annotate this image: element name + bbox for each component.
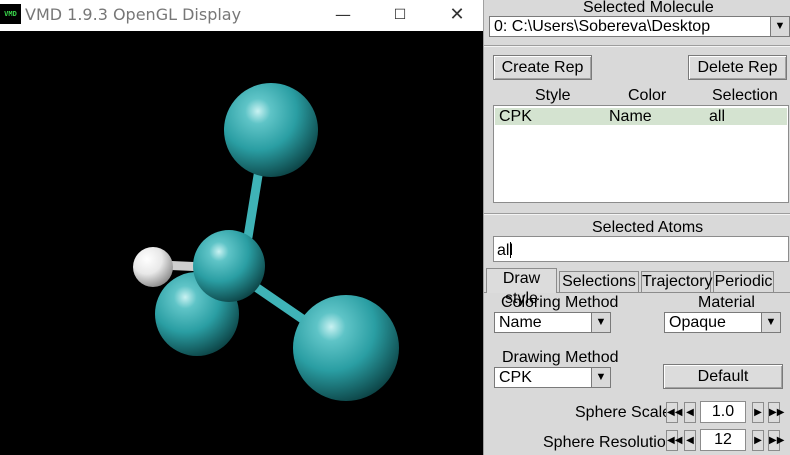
atom-hydrogen [133, 247, 173, 287]
chevron-down-icon[interactable]: ▼ [761, 313, 780, 332]
vmd-app-icon: VMD [0, 4, 21, 24]
rep-selection: all [709, 108, 726, 125]
sphere-scale-label: Sphere Scale [575, 404, 672, 421]
column-header-selection: Selection [712, 87, 778, 104]
fast-increase-icon[interactable]: ▶▶ [768, 430, 784, 451]
close-button[interactable]: ✕ [437, 0, 477, 30]
window-titlebar[interactable]: VMD VMD 1.9.3 OpenGL Display — ☐ ✕ [0, 0, 483, 31]
drawing-method-value: CPK [499, 369, 532, 386]
sphere-scale-input[interactable]: 1.0 [700, 401, 746, 423]
minimize-button[interactable]: — [323, 0, 363, 30]
fast-decrease-icon[interactable]: ◀◀ [666, 430, 682, 451]
selected-atoms-input[interactable]: all [493, 236, 789, 262]
drawing-method-dropdown[interactable]: CPK ▼ [494, 367, 611, 388]
molecule-viewport[interactable] [0, 31, 483, 455]
sphere-resolution-input[interactable]: 12 [700, 429, 746, 451]
opengl-display-window: VMD VMD 1.9.3 OpenGL Display — ☐ ✕ [0, 0, 483, 455]
sphere-resolution-label: Sphere Resolution [543, 434, 675, 451]
divider [484, 45, 790, 47]
default-button[interactable]: Default [663, 364, 783, 389]
tab-trajectory[interactable]: Trajectory [641, 271, 713, 293]
fast-increase-icon[interactable]: ▶▶ [768, 402, 784, 423]
drawing-method-label: Drawing Method [502, 349, 619, 366]
create-rep-button[interactable]: Create Rep [493, 55, 592, 80]
atom-carbon-center [193, 230, 265, 302]
increase-icon[interactable]: ▶ [752, 430, 764, 451]
rep-color: Name [609, 108, 652, 125]
table-row[interactable]: CPK Name all [495, 108, 787, 125]
delete-rep-button[interactable]: Delete Rep [688, 55, 787, 80]
window-title: VMD 1.9.3 OpenGL Display [25, 5, 242, 24]
atom-carbon-right [293, 295, 399, 401]
material-label: Material [698, 294, 755, 311]
tab-selections[interactable]: Selections [559, 271, 639, 293]
material-dropdown[interactable]: Opaque ▼ [664, 312, 781, 333]
rep-style: CPK [499, 108, 532, 125]
tab-periodic[interactable]: Periodic [713, 271, 774, 293]
increase-icon[interactable]: ▶ [752, 402, 764, 423]
chevron-down-icon[interactable]: ▼ [591, 368, 610, 387]
decrease-icon[interactable]: ◀ [684, 430, 696, 451]
column-header-color: Color [628, 87, 667, 104]
fast-decrease-icon[interactable]: ◀◀ [666, 402, 682, 423]
chevron-down-icon[interactable]: ▼ [770, 17, 789, 36]
selected-atoms-label: Selected Atoms [592, 219, 704, 236]
representation-list[interactable]: CPK Name all [493, 105, 789, 203]
text-caret [510, 242, 511, 258]
divider [484, 213, 790, 215]
decrease-icon[interactable]: ◀ [684, 402, 696, 423]
selected-molecule-label: Selected Molecule [583, 0, 714, 16]
material-value: Opaque [669, 314, 726, 331]
column-header-style: Style [535, 87, 571, 104]
coloring-method-value: Name [499, 314, 542, 331]
atom-carbon-top [224, 83, 318, 177]
selected-molecule-dropdown[interactable]: 0: C:\Users\Sobereva\Desktop ▼ [489, 16, 790, 37]
maximize-button[interactable]: ☐ [380, 0, 420, 30]
chevron-down-icon[interactable]: ▼ [591, 313, 610, 332]
coloring-method-dropdown[interactable]: Name ▼ [494, 312, 611, 333]
selected-molecule-value: 0: C:\Users\Sobereva\Desktop [494, 18, 711, 35]
tab-draw-style[interactable]: Draw style [486, 268, 557, 307]
